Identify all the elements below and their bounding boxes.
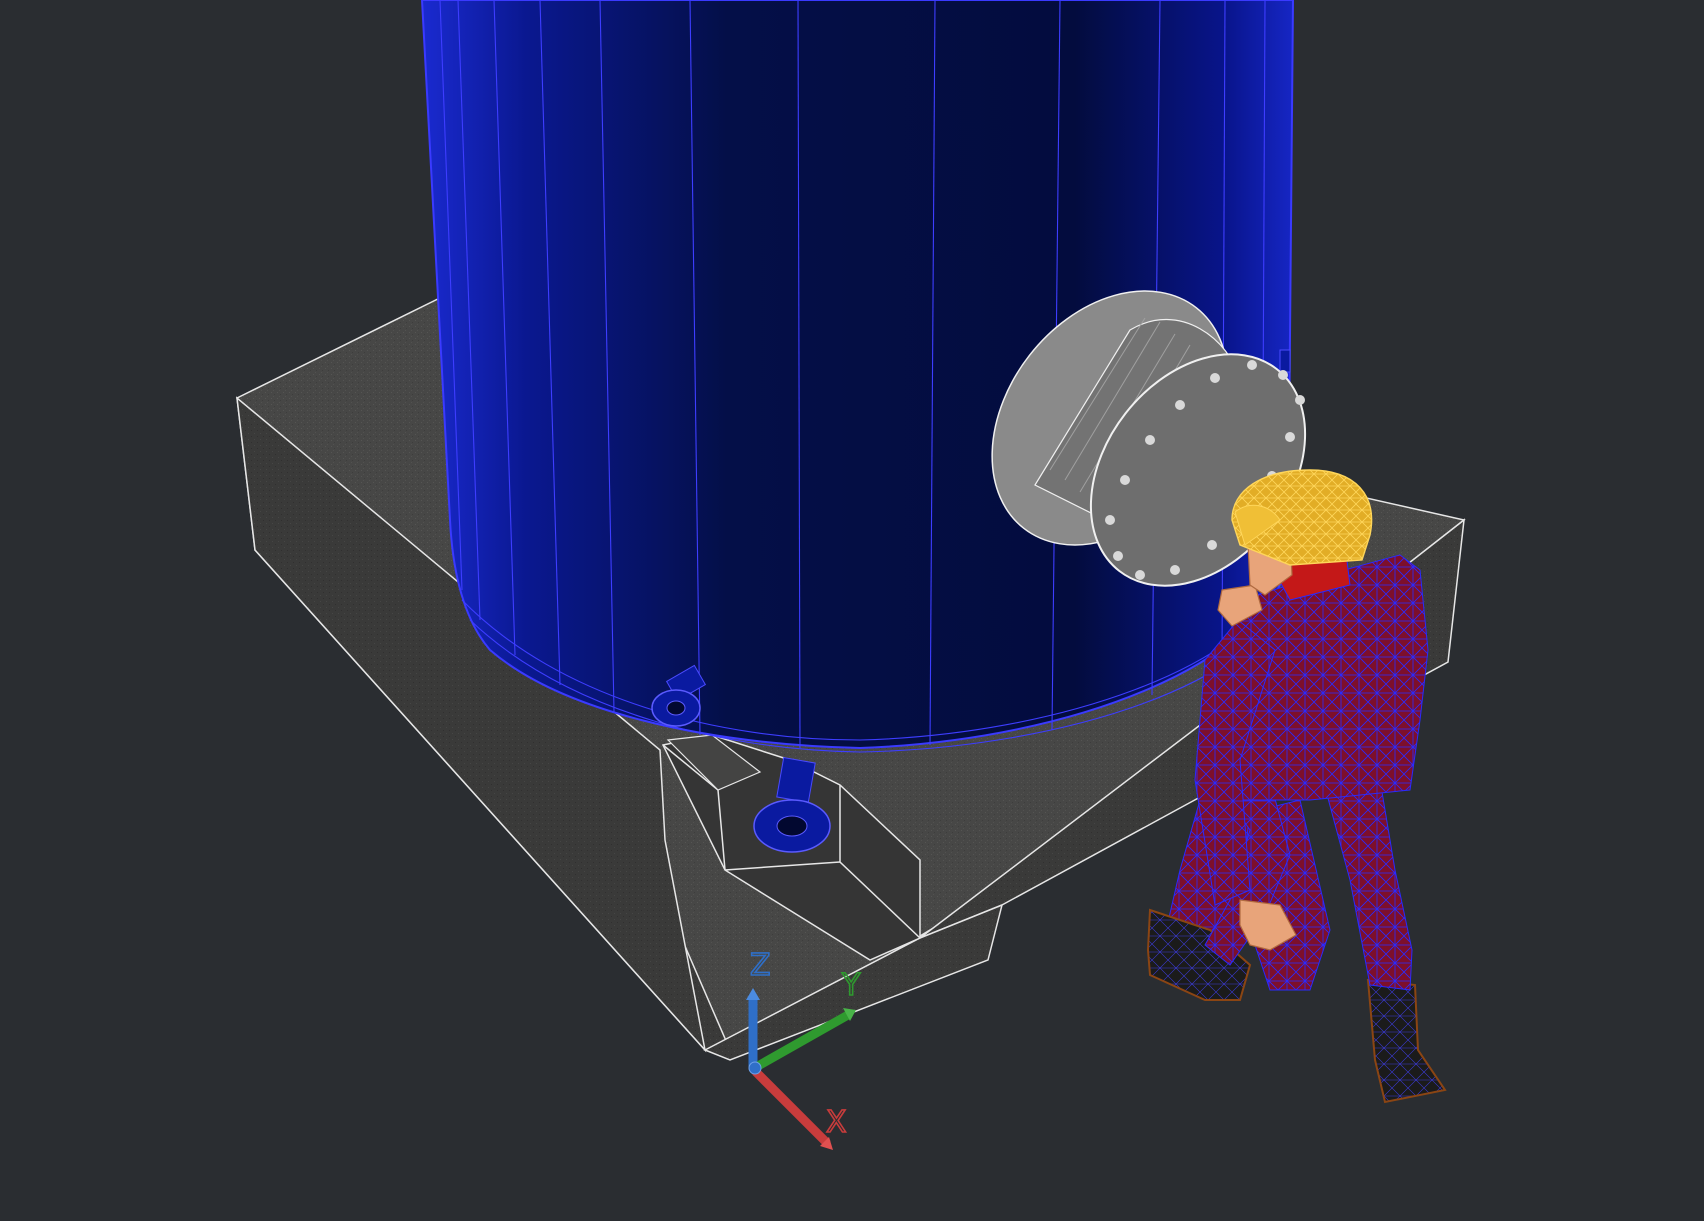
ucs-label-y: Y	[841, 968, 861, 1003]
ucs-x-axis	[751, 1067, 831, 1147]
ucs-label-z: Z	[750, 948, 771, 983]
ucs-label-x: X	[826, 1105, 847, 1140]
worker-boot-back	[1366, 978, 1447, 1104]
3d-scene[interactable]: Z Y X	[0, 0, 1704, 1221]
cad-3d-viewport[interactable]: Z Y X	[0, 0, 1704, 1221]
nozzle-right-small[interactable]	[1279, 349, 1291, 373]
